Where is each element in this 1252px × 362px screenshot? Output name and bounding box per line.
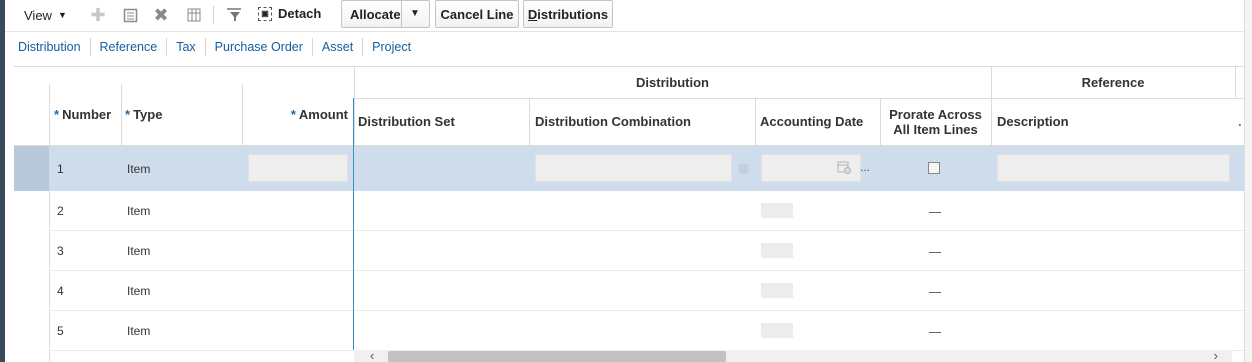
- required-mark: *: [54, 106, 60, 122]
- search-icon[interactable]: ▦: [738, 161, 749, 175]
- column-header-distribution-combination[interactable]: Distribution Combination: [535, 98, 691, 145]
- tab-project[interactable]: Project: [363, 38, 420, 56]
- distributions-accesskey: D: [527, 6, 538, 22]
- scroll-left-icon[interactable]: ‹: [370, 348, 374, 362]
- cell-number: 1: [57, 161, 64, 176]
- prorate-checkbox[interactable]: [928, 162, 940, 174]
- tab-purchase-order[interactable]: Purchase Order: [206, 38, 313, 56]
- prorate-empty-mark: [929, 212, 941, 213]
- prorate-empty-mark: [929, 252, 941, 253]
- cancel-line-button[interactable]: Cancel Line: [435, 0, 519, 28]
- accounting-date-placeholder: [761, 283, 793, 298]
- cell-number: 5: [57, 324, 64, 338]
- distributions-label: istributions: [537, 6, 609, 22]
- group-header-distribution-label: Distribution: [636, 74, 709, 90]
- toolbar: View ▼ ✚ ✖ ▣ Detach Allocate ▼ Cancel Li…: [5, 0, 1244, 30]
- query-by-example-icon[interactable]: [226, 7, 242, 23]
- cell-number: 2: [57, 204, 64, 218]
- table-row[interactable]: 5 Item: [14, 311, 1244, 351]
- cell-number: 3: [57, 244, 64, 258]
- detach-label: Detach: [278, 6, 322, 21]
- column-header-prorate[interactable]: Prorate Across All Item Lines: [880, 98, 991, 145]
- tab-distribution[interactable]: Distribution: [5, 38, 91, 56]
- tab-tax[interactable]: Tax: [167, 38, 206, 56]
- cell-type: Item: [127, 161, 151, 176]
- frozen-column-divider: [353, 98, 354, 350]
- toolbar-separator: [213, 6, 214, 24]
- table-row-selected[interactable]: 1 Item ▦ ...: [14, 146, 1244, 191]
- column-header-overflow-mark: .: [1238, 114, 1242, 129]
- detach-icon: ▣: [258, 6, 272, 21]
- cell-type: Item: [127, 324, 151, 338]
- accounting-date-placeholder: [761, 203, 793, 218]
- delete-icon[interactable]: ✖: [153, 5, 169, 25]
- horizontal-scrollbar[interactable]: ‹ ›: [354, 348, 1232, 362]
- scrollbar-thumb[interactable]: [388, 351, 726, 362]
- distribution-combination-input[interactable]: [535, 154, 732, 182]
- column-header-distribution-combination-label: Distribution Combination: [535, 114, 691, 129]
- distributions-table: Distribution Reference * Number * Type *…: [14, 66, 1244, 362]
- column-header-accounting-date[interactable]: Accounting Date: [760, 98, 863, 145]
- column-header-number-label: Number: [62, 106, 112, 122]
- col-divider: [755, 98, 756, 146]
- col-divider: [1235, 66, 1236, 98]
- distributions-button[interactable]: Distributions: [523, 0, 613, 28]
- required-mark: *: [125, 106, 131, 122]
- detail-tabs: Distribution Reference Tax Purchase Orde…: [5, 31, 1244, 62]
- column-header-distribution-set[interactable]: Distribution Set: [358, 98, 455, 145]
- row-selector[interactable]: [14, 146, 49, 191]
- column-header-overflow: .: [1238, 98, 1242, 145]
- accounting-date-placeholder: [761, 323, 793, 338]
- prorate-empty-mark: [929, 292, 941, 293]
- tab-asset[interactable]: Asset: [313, 38, 364, 56]
- group-header-reference-label: Reference: [1081, 74, 1145, 90]
- dropdown-arrow-icon[interactable]: ▼: [410, 8, 420, 19]
- add-icon[interactable]: ✚: [90, 5, 106, 25]
- column-header-amount-label: Amount: [298, 106, 348, 122]
- more-ellipsis[interactable]: ...: [860, 160, 870, 174]
- column-header-prorate-line2: All Item Lines: [893, 121, 978, 137]
- description-input[interactable]: [997, 154, 1230, 182]
- allocate-label: Allocate: [350, 6, 401, 22]
- right-edge-bar: [1244, 0, 1252, 362]
- column-header-type-label: Type: [133, 106, 163, 122]
- column-header-number[interactable]: * Number: [54, 98, 111, 130]
- table-row[interactable]: 4 Item: [14, 271, 1244, 311]
- cell-type: Item: [127, 284, 151, 298]
- column-header-type[interactable]: * Type: [125, 98, 162, 130]
- accounting-date-placeholder: [761, 243, 793, 258]
- column-header-amount[interactable]: * Amount: [242, 98, 348, 130]
- required-mark: *: [290, 106, 296, 122]
- col-divider: [529, 98, 530, 146]
- chevron-down-icon: ▼: [57, 10, 67, 20]
- allocate-split-divider: [401, 1, 402, 27]
- view-menu-label: View: [24, 7, 52, 23]
- edit-icon[interactable]: [122, 7, 138, 23]
- cell-type: Item: [127, 204, 151, 218]
- freeze-icon[interactable]: [186, 7, 202, 23]
- table-row[interactable]: 2 Item: [14, 191, 1244, 231]
- column-header-description-label: Description: [997, 114, 1069, 129]
- column-header-distribution-set-label: Distribution Set: [358, 114, 455, 129]
- column-header-description[interactable]: Description: [997, 98, 1069, 145]
- calendar-icon[interactable]: [837, 160, 851, 177]
- column-header-prorate-line1: Prorate Across: [889, 106, 982, 122]
- column-header-accounting-date-label: Accounting Date: [760, 114, 864, 129]
- detach-button[interactable]: ▣ Detach: [258, 6, 321, 21]
- view-menu[interactable]: View ▼: [24, 8, 67, 23]
- tab-reference[interactable]: Reference: [91, 38, 168, 56]
- col-divider: [121, 84, 122, 146]
- cancel-line-label: Cancel Line: [440, 6, 514, 22]
- group-header-distribution: Distribution: [354, 66, 991, 98]
- cell-number: 4: [57, 284, 64, 298]
- scroll-right-icon[interactable]: ›: [1214, 348, 1218, 362]
- amount-input[interactable]: [248, 154, 348, 182]
- prorate-empty-mark: [929, 332, 941, 333]
- group-header-reference: Reference: [991, 66, 1235, 98]
- table-row[interactable]: 3 Item: [14, 231, 1244, 271]
- cell-type: Item: [127, 244, 151, 258]
